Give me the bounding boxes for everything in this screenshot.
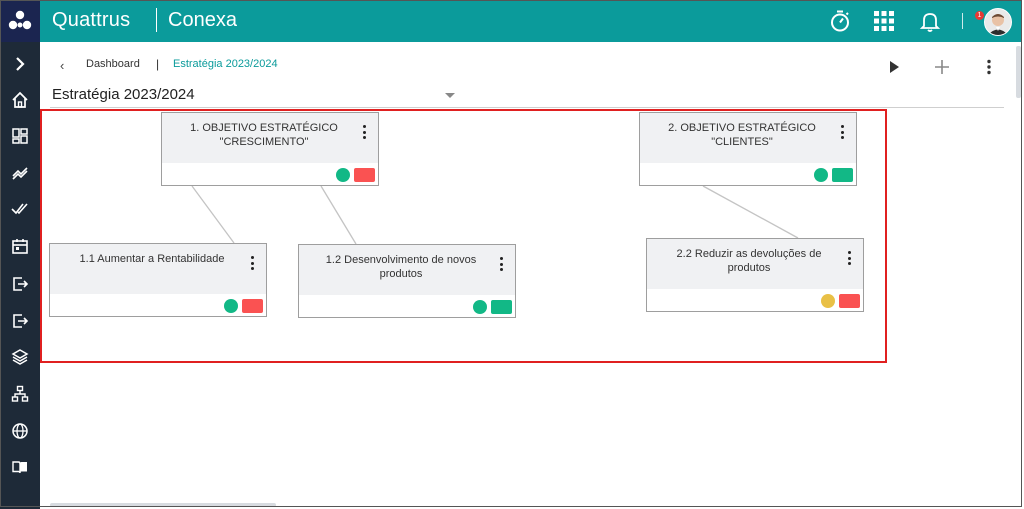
hierarchy-icon[interactable] <box>8 382 32 406</box>
sidebar <box>0 0 40 509</box>
status-dot <box>224 299 238 313</box>
goal-card-novos-produtos[interactable]: 1.2 Desenvolvimento de novos produtos <box>298 244 516 318</box>
kebab-menu-icon[interactable] <box>498 257 504 271</box>
book-icon[interactable] <box>8 455 32 479</box>
notification-badge: 1 <box>975 11 984 20</box>
breadcrumb-current[interactable]: Estratégia 2023/2024 <box>173 58 278 70</box>
connector-2-to-2-2 <box>702 185 799 239</box>
dashboard-icon[interactable] <box>8 124 32 148</box>
play-icon[interactable] <box>885 58 903 76</box>
card-title: 2. OBJETIVO ESTRATÉGICO "CLIENTES" <box>668 122 816 148</box>
status-flag <box>832 168 853 182</box>
status-flag <box>491 300 512 314</box>
status-flag <box>354 168 375 182</box>
goal-card-rentabilidade[interactable]: 1.1 Aumentar a Rentabilidade <box>49 243 267 317</box>
strategy-select[interactable]: Estratégia 2023/2024 <box>52 86 460 108</box>
logout-icon[interactable] <box>8 309 32 333</box>
connector-1-to-1-2 <box>320 185 357 245</box>
back-button[interactable]: ‹ <box>60 58 64 73</box>
breadcrumb-separator: | <box>156 57 160 71</box>
vertical-scrollbar[interactable] <box>1016 46 1021 98</box>
caret-down-icon <box>445 93 455 98</box>
top-header: Quattrus Conexa 1 <box>40 0 1022 42</box>
status-dot <box>473 300 487 314</box>
horizontal-scrollbar[interactable] <box>50 503 276 507</box>
brand-name: Quattrus <box>52 9 131 31</box>
kebab-menu-icon[interactable] <box>361 125 367 139</box>
brand-separator <box>156 8 157 32</box>
add-icon[interactable] <box>933 58 951 76</box>
more-options-icon[interactable] <box>980 58 998 76</box>
logo-icon <box>8 10 32 30</box>
home-icon[interactable] <box>8 88 32 112</box>
objective-card-crescimento[interactable]: 1. OBJETIVO ESTRATÉGICO "CRESCIMENTO" <box>161 112 379 186</box>
card-title: 2.2 Reduzir as devoluções de produtos <box>676 248 822 274</box>
breadcrumb-dashboard-link[interactable]: Dashboard <box>86 58 140 70</box>
bell-icon[interactable] <box>918 9 942 33</box>
layers-icon[interactable] <box>8 345 32 369</box>
card-title: 1.2 Desenvolvimento de novos produtos <box>325 254 477 280</box>
kebab-menu-icon[interactable] <box>846 251 852 265</box>
expand-icon[interactable] <box>8 52 32 76</box>
checks-icon[interactable] <box>8 196 32 220</box>
card-title: 1.1 Aumentar a Rentabilidade <box>79 253 225 265</box>
user-avatar-icon <box>985 9 1011 35</box>
status-dot <box>336 168 350 182</box>
avatar[interactable] <box>984 8 1012 36</box>
header-divider <box>962 13 963 29</box>
strategy-select-value: Estratégia 2023/2024 <box>52 86 195 103</box>
stopwatch-icon[interactable] <box>828 9 852 33</box>
globe-icon[interactable] <box>8 419 32 443</box>
export-icon[interactable] <box>8 272 32 296</box>
card-title: 1. OBJETIVO ESTRATÉGICO "CRESCIMENTO" <box>190 122 338 148</box>
strategy-map: 1. OBJETIVO ESTRATÉGICO "CRESCIMENTO" 2.… <box>40 109 887 363</box>
select-underline <box>50 107 1004 108</box>
objective-card-clientes[interactable]: 2. OBJETIVO ESTRATÉGICO "CLIENTES" <box>639 112 857 186</box>
goal-card-devolucoes[interactable]: 2.2 Reduzir as devoluções de produtos <box>646 238 864 312</box>
connector-1-to-1-1 <box>191 185 235 244</box>
status-dot <box>821 294 835 308</box>
apps-grid-icon[interactable] <box>872 9 896 33</box>
kebab-menu-icon[interactable] <box>249 256 255 270</box>
app-logo[interactable] <box>0 0 40 42</box>
status-dot <box>814 168 828 182</box>
status-flag <box>242 299 263 313</box>
trend-icon[interactable] <box>8 160 32 184</box>
product-name: Conexa <box>168 9 237 31</box>
status-flag <box>839 294 860 308</box>
calendar-icon[interactable] <box>8 234 32 258</box>
kebab-menu-icon[interactable] <box>839 125 845 139</box>
